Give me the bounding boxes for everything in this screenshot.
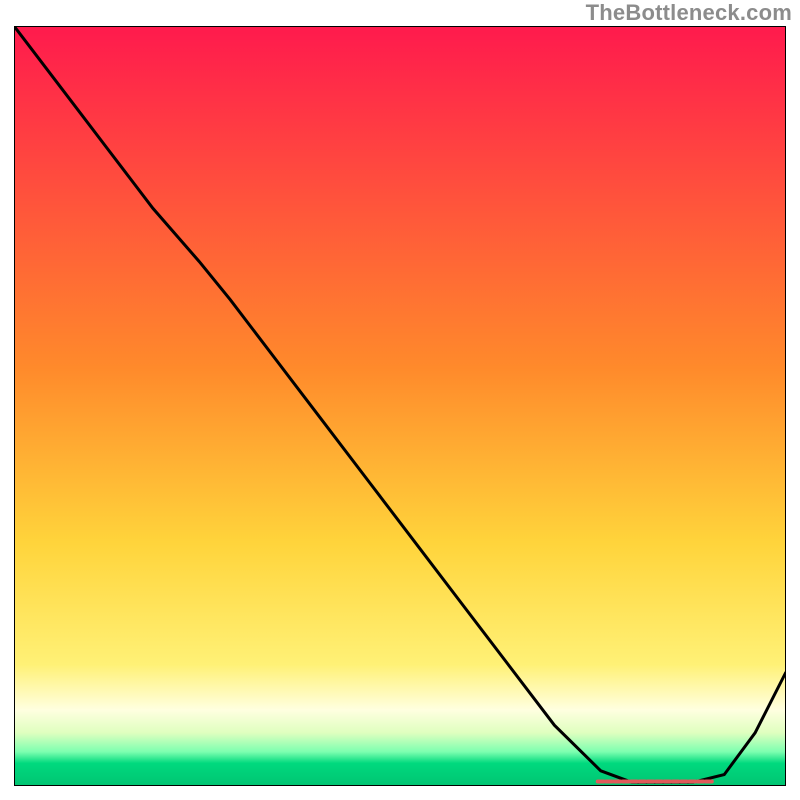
chart-svg	[14, 26, 786, 786]
plot-area	[14, 26, 786, 786]
watermark-text: TheBottleneck.com	[586, 0, 792, 26]
gradient-background	[14, 26, 786, 786]
chart-container: TheBottleneck.com	[0, 0, 800, 800]
